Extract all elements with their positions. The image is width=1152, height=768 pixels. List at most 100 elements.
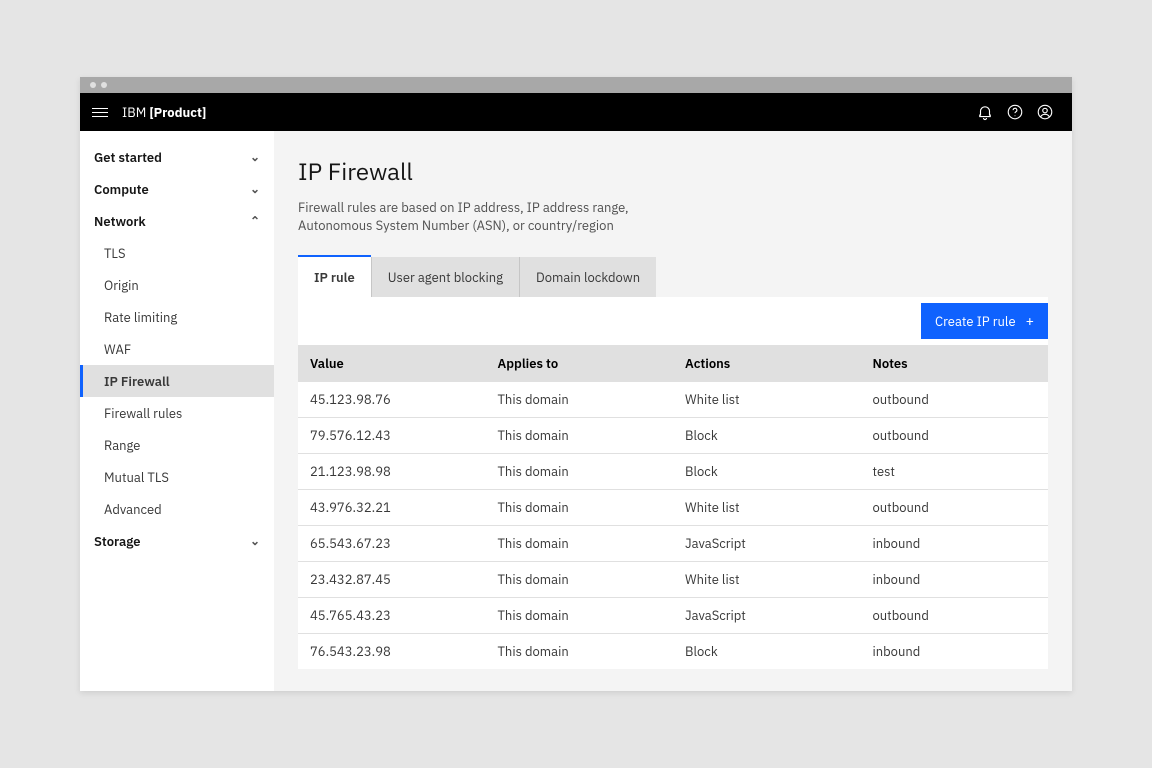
window-titlebar <box>80 77 1072 93</box>
cell-notes: outbound <box>861 417 1049 453</box>
cell-notes: outbound <box>861 597 1049 633</box>
column-header-actions: Actions <box>673 345 861 381</box>
brand-prefix: IBM <box>122 104 149 121</box>
cell-action: White list <box>673 489 861 525</box>
tab-user-agent-blocking[interactable]: User agent blocking <box>372 257 520 297</box>
cell-value: 45.765.43.23 <box>298 597 486 633</box>
cell-notes: inbound <box>861 525 1049 561</box>
sidebar-section-get-started[interactable]: Get started ⌄ <box>80 141 274 173</box>
chevron-up-icon: ⌃ <box>250 214 260 229</box>
cell-action: JavaScript <box>673 525 861 561</box>
sidebar-item-origin[interactable]: Origin <box>80 269 274 301</box>
page-title: IP Firewall <box>298 155 1048 187</box>
cell-value: 43.976.32.21 <box>298 489 486 525</box>
sidebar-section-network[interactable]: Network ⌃ <box>80 205 274 237</box>
cell-applies: This domain <box>486 597 674 633</box>
sidebar-nav: Get started ⌄ Compute ⌄ Network ⌃ TLS Origin Rat… <box>80 131 274 691</box>
sidebar-section-label: Storage <box>94 533 141 550</box>
chevron-down-icon: ⌄ <box>250 182 260 197</box>
sidebar-item-label: Rate limiting <box>104 309 177 326</box>
plus-icon: + <box>1026 312 1034 330</box>
cell-applies: This domain <box>486 525 674 561</box>
table-row[interactable]: 43.976.32.21This domainWhite listoutboun… <box>298 489 1048 525</box>
notifications-icon[interactable] <box>970 103 1000 121</box>
sidebar-item-mutual-tls[interactable]: Mutual TLS <box>80 461 274 493</box>
sidebar-item-label: TLS <box>104 245 126 262</box>
global-header: IBM [Product] <box>80 93 1072 131</box>
window-dot <box>101 82 107 88</box>
cell-value: 79.576.12.43 <box>298 417 486 453</box>
create-ip-rule-button[interactable]: Create IP rule + <box>921 303 1048 339</box>
cell-action: White list <box>673 381 861 417</box>
brand-product: [Product] <box>149 104 206 121</box>
tab-label: User agent blocking <box>388 269 503 286</box>
cell-applies: This domain <box>486 453 674 489</box>
page-description: Firewall rules are based on IP address, … <box>298 199 658 235</box>
cell-notes: inbound <box>861 633 1049 669</box>
sidebar-item-label: Range <box>104 437 140 454</box>
table-row[interactable]: 76.543.23.98This domainBlockinbound <box>298 633 1048 669</box>
cell-applies: This domain <box>486 417 674 453</box>
sidebar-section-label: Network <box>94 213 146 230</box>
sidebar-item-firewall-rules[interactable]: Firewall rules <box>80 397 274 429</box>
chevron-down-icon: ⌄ <box>250 534 260 549</box>
tab-label: Domain lockdown <box>536 269 640 286</box>
tab-list: IP rule User agent blocking Domain lockdow… <box>298 257 1048 297</box>
cell-notes: test <box>861 453 1049 489</box>
user-avatar-icon[interactable] <box>1030 103 1060 121</box>
cell-action: Block <box>673 633 861 669</box>
sidebar-section-compute[interactable]: Compute ⌄ <box>80 173 274 205</box>
cell-value: 76.543.23.98 <box>298 633 486 669</box>
sidebar-item-label: Origin <box>104 277 139 294</box>
brand-label: IBM [Product] <box>122 104 206 121</box>
cell-notes: outbound <box>861 489 1049 525</box>
sidebar-item-ip-firewall[interactable]: IP Firewall <box>80 365 274 397</box>
cell-applies: This domain <box>486 381 674 417</box>
cell-applies: This domain <box>486 633 674 669</box>
sidebar-section-storage[interactable]: Storage ⌄ <box>80 525 274 557</box>
chevron-down-icon: ⌄ <box>250 150 260 165</box>
sidebar-item-rate-limiting[interactable]: Rate limiting <box>80 301 274 333</box>
sidebar-item-label: WAF <box>104 341 131 358</box>
main-content: IP Firewall Firewall rules are based on … <box>274 131 1072 691</box>
table-toolbar: Create IP rule + <box>298 297 1048 345</box>
create-button-label: Create IP rule <box>935 313 1016 330</box>
sidebar-item-label: Firewall rules <box>104 405 182 422</box>
sidebar-section-label: Get started <box>94 149 162 166</box>
column-header-notes: Notes <box>861 345 1049 381</box>
sidebar-item-waf[interactable]: WAF <box>80 333 274 365</box>
cell-value: 45.123.98.76 <box>298 381 486 417</box>
sidebar-item-range[interactable]: Range <box>80 429 274 461</box>
cell-applies: This domain <box>486 561 674 597</box>
tab-domain-lockdown[interactable]: Domain lockdown <box>520 257 656 297</box>
column-header-applies-to: Applies to <box>486 345 674 381</box>
app-window: IBM [Product] Get started ⌄ Compute ⌄ Networ… <box>80 77 1072 691</box>
column-header-value: Value <box>298 345 486 381</box>
cell-action: JavaScript <box>673 597 861 633</box>
sidebar-item-label: Advanced <box>104 501 162 518</box>
tab-ip-rule[interactable]: IP rule <box>298 257 372 297</box>
table-row[interactable]: 21.123.98.98This domainBlocktest <box>298 453 1048 489</box>
table-row[interactable]: 65.543.67.23This domainJavaScriptinbound <box>298 525 1048 561</box>
sidebar-item-advanced[interactable]: Advanced <box>80 493 274 525</box>
sidebar-section-label: Compute <box>94 181 149 198</box>
help-icon[interactable] <box>1000 103 1030 121</box>
cell-value: 21.123.98.98 <box>298 453 486 489</box>
tab-label: IP rule <box>314 269 355 286</box>
cell-notes: outbound <box>861 381 1049 417</box>
cell-notes: inbound <box>861 561 1049 597</box>
cell-value: 65.543.67.23 <box>298 525 486 561</box>
menu-icon[interactable] <box>92 108 108 117</box>
cell-action: White list <box>673 561 861 597</box>
sidebar-item-label: IP Firewall <box>104 373 170 390</box>
ip-rules-table: ValueApplies toActionsNotes 45.123.98.76… <box>298 345 1048 669</box>
sidebar-item-label: Mutual TLS <box>104 469 169 486</box>
table-row[interactable]: 45.765.43.23This domainJavaScriptoutboun… <box>298 597 1048 633</box>
cell-action: Block <box>673 417 861 453</box>
table-row[interactable]: 23.432.87.45This domainWhite listinbound <box>298 561 1048 597</box>
table-row[interactable]: 79.576.12.43This domainBlockoutbound <box>298 417 1048 453</box>
table-row[interactable]: 45.123.98.76This domainWhite listoutboun… <box>298 381 1048 417</box>
cell-value: 23.432.87.45 <box>298 561 486 597</box>
sidebar-item-tls[interactable]: TLS <box>80 237 274 269</box>
window-dot <box>90 82 96 88</box>
